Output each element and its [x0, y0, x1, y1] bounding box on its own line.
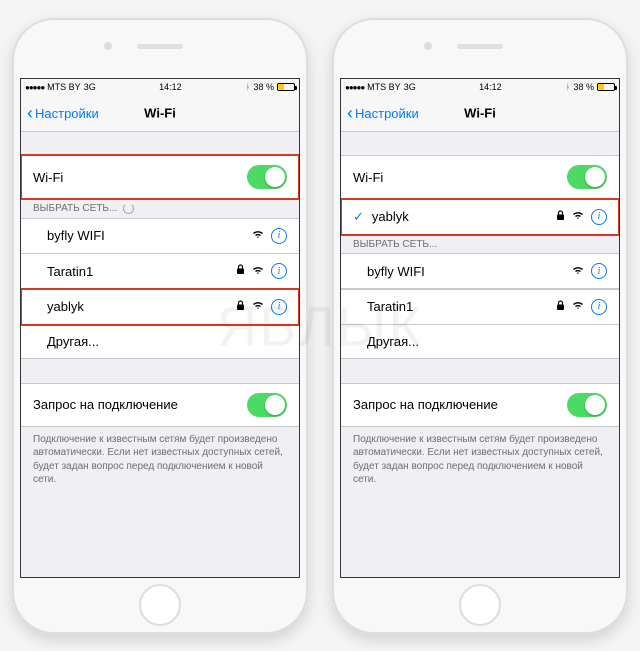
lock-icon: [236, 300, 245, 314]
lock-icon: [556, 300, 565, 314]
network-row-byfly[interactable]: byfly WIFI i: [21, 218, 299, 254]
spinner-icon: [123, 203, 134, 214]
choose-network-header: ВЫБРАТЬ СЕТЬ...: [341, 235, 619, 254]
info-icon[interactable]: i: [271, 299, 287, 315]
battery-icon: [597, 83, 615, 91]
screen-left: ●●●●● MTS BY 3G 14:12 ᚼ 38 % ‹ Настройки…: [20, 78, 300, 578]
checkmark-icon: ✓: [353, 209, 364, 225]
back-label: Настройки: [355, 106, 419, 121]
home-button[interactable]: [139, 584, 181, 626]
footer-note: Подключение к известным сетям будет прои…: [21, 427, 299, 493]
status-bar: ●●●●● MTS BY 3G 14:12 ᚼ 38 %: [341, 79, 619, 96]
wifi-toggle-row[interactable]: Wi-Fi: [21, 155, 299, 199]
info-icon[interactable]: i: [591, 209, 607, 225]
lock-icon: [556, 210, 565, 224]
nav-bar: ‹ Настройки Wi-Fi: [341, 96, 619, 132]
bluetooth-icon: ᚼ: [245, 82, 250, 92]
wifi-signal-icon: [252, 265, 264, 278]
camera-dot: [104, 42, 112, 50]
battery-percent: 38 %: [253, 82, 274, 92]
back-button[interactable]: ‹ Настройки: [27, 104, 99, 122]
ask-to-join-row[interactable]: Запрос на подключение: [341, 383, 619, 427]
network-type: 3G: [84, 82, 96, 92]
network-type: 3G: [404, 82, 416, 92]
ask-to-join-row[interactable]: Запрос на подключение: [21, 383, 299, 427]
wifi-row-label: Wi-Fi: [33, 170, 63, 185]
wifi-row-label: Wi-Fi: [353, 170, 383, 185]
carrier-label: MTS BY: [367, 82, 401, 92]
ask-to-join-label: Запрос на подключение: [33, 397, 178, 412]
network-name: byfly WIFI: [33, 228, 105, 243]
content-right: Wi-Fi ✓ yablyk i: [341, 132, 619, 577]
wifi-signal-icon: [252, 229, 264, 242]
home-button[interactable]: [459, 584, 501, 626]
network-row-taratin[interactable]: Taratin1 i: [21, 253, 299, 289]
chevron-left-icon: ‹: [347, 104, 353, 122]
info-icon[interactable]: i: [591, 263, 607, 279]
signal-dots-icon: ●●●●●: [25, 83, 44, 92]
speaker: [457, 44, 503, 49]
status-bar: ●●●●● MTS BY 3G 14:12 ᚼ 38 %: [21, 79, 299, 96]
page-title: Wi-Fi: [464, 106, 496, 121]
ask-to-join-switch[interactable]: [247, 393, 287, 417]
info-icon[interactable]: i: [271, 228, 287, 244]
network-name: Taratin1: [353, 299, 413, 314]
wifi-signal-icon: [572, 210, 584, 223]
phone-right: ●●●●● MTS BY 3G 14:12 ᚼ 38 % ‹ Настройки…: [332, 18, 628, 634]
speaker: [137, 44, 183, 49]
info-icon[interactable]: i: [591, 299, 607, 315]
chevron-left-icon: ‹: [27, 104, 33, 122]
lock-icon: [236, 264, 245, 278]
camera-dot: [424, 42, 432, 50]
other-network-label: Другая...: [33, 334, 99, 349]
nav-bar: ‹ Настройки Wi-Fi: [21, 96, 299, 132]
ask-to-join-label: Запрос на подключение: [353, 397, 498, 412]
network-name: Taratin1: [33, 264, 93, 279]
wifi-switch[interactable]: [247, 165, 287, 189]
ask-to-join-switch[interactable]: [567, 393, 607, 417]
network-row-other[interactable]: Другая...: [21, 324, 299, 359]
network-name: yablyk: [33, 299, 84, 314]
content-left: Wi-Fi ВЫБРАТЬ СЕТЬ... byfly WIFI i Tarat…: [21, 132, 299, 577]
battery-percent: 38 %: [573, 82, 594, 92]
wifi-signal-icon: [572, 300, 584, 313]
back-label: Настройки: [35, 106, 99, 121]
info-icon[interactable]: i: [271, 263, 287, 279]
back-button[interactable]: ‹ Настройки: [347, 104, 419, 122]
battery-icon: [277, 83, 295, 91]
bluetooth-icon: ᚼ: [565, 82, 570, 92]
other-network-label: Другая...: [353, 334, 419, 349]
carrier-label: MTS BY: [47, 82, 81, 92]
network-name: byfly WIFI: [353, 264, 425, 279]
clock: 14:12: [479, 82, 502, 92]
network-row-taratin[interactable]: Taratin1 i: [341, 289, 619, 325]
network-row-yablyk[interactable]: yablyk i: [21, 289, 299, 325]
phone-left: ●●●●● MTS BY 3G 14:12 ᚼ 38 % ‹ Настройки…: [12, 18, 308, 634]
network-row-other[interactable]: Другая...: [341, 324, 619, 359]
wifi-signal-icon: [252, 300, 264, 313]
clock: 14:12: [159, 82, 182, 92]
connected-network-row[interactable]: ✓ yablyk i: [341, 199, 619, 235]
footer-note: Подключение к известным сетям будет прои…: [341, 427, 619, 493]
screen-right: ●●●●● MTS BY 3G 14:12 ᚼ 38 % ‹ Настройки…: [340, 78, 620, 578]
network-row-byfly[interactable]: byfly WIFI i: [341, 253, 619, 289]
wifi-toggle-row[interactable]: Wi-Fi: [341, 155, 619, 199]
choose-network-header: ВЫБРАТЬ СЕТЬ...: [21, 199, 299, 218]
page-title: Wi-Fi: [144, 106, 176, 121]
wifi-signal-icon: [572, 265, 584, 278]
network-name: yablyk: [372, 209, 409, 224]
wifi-switch[interactable]: [567, 165, 607, 189]
signal-dots-icon: ●●●●●: [345, 83, 364, 92]
